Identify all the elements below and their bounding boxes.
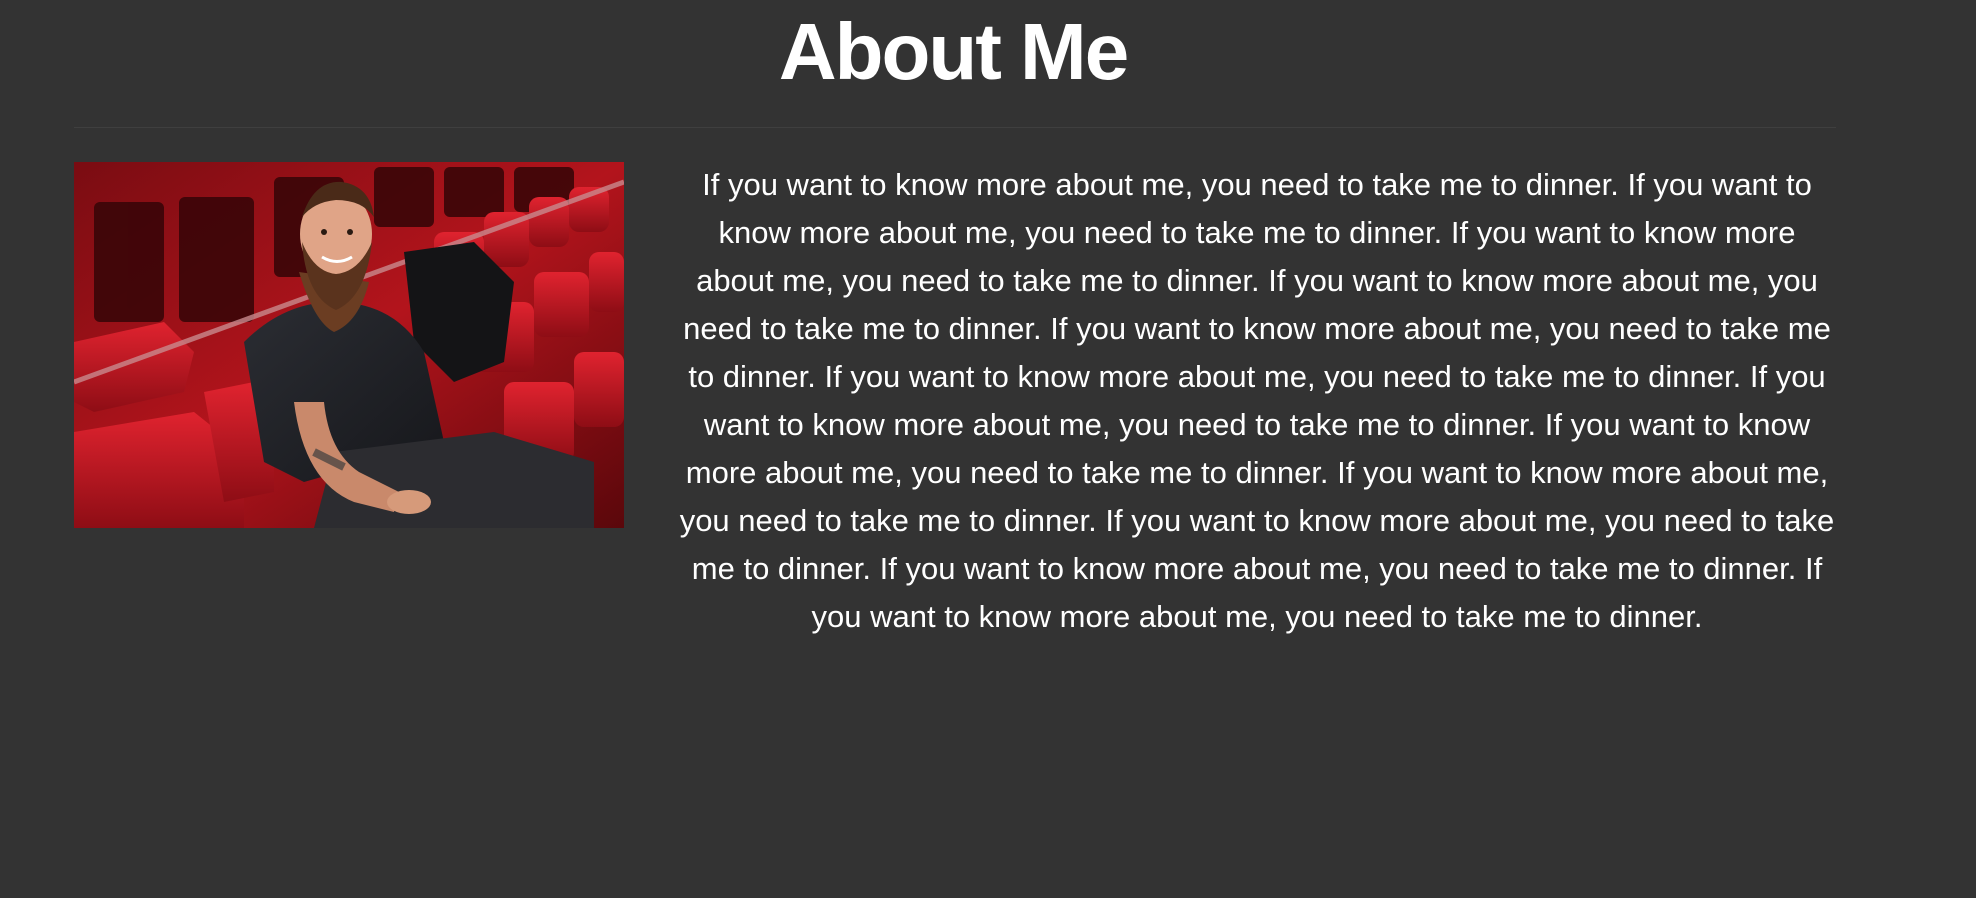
page-title: About Me xyxy=(778,7,1129,96)
profile-photo xyxy=(74,162,624,528)
about-text: If you want to know more about me, you n… xyxy=(679,167,1835,634)
title-divider xyxy=(74,127,1836,128)
